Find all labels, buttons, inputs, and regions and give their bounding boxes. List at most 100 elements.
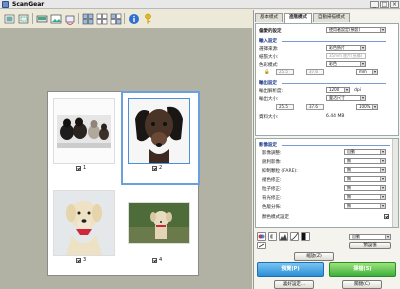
thumbnail-icon[interactable]: [49, 12, 62, 25]
checkbox-icon[interactable]: [76, 165, 81, 171]
image-setting-select[interactable]: 無: [344, 203, 386, 209]
chevron-down-icon[interactable]: [380, 159, 385, 163]
checkbox-icon[interactable]: [152, 257, 157, 263]
auto-crop-icon[interactable]: [109, 12, 122, 25]
histogram-icon[interactable]: [279, 232, 288, 241]
toolbar-separator: [32, 13, 33, 24]
grid-view-icon[interactable]: [81, 12, 94, 25]
maximize-button[interactable]: □: [380, 1, 389, 8]
thumbnail-checkbox[interactable]: 4: [152, 257, 162, 263]
source-label: 選擇來源:: [259, 47, 279, 52]
crop-icon[interactable]: [17, 12, 30, 25]
thumbnail-number: 2: [159, 165, 163, 171]
checkbox-icon[interactable]: [152, 165, 157, 171]
chevron-down-icon[interactable]: [385, 235, 390, 239]
tab-advanced-mode[interactable]: 進階模式: [284, 13, 312, 23]
chevron-down-icon[interactable]: [380, 186, 385, 190]
color-mode-value: 彩色: [329, 61, 337, 66]
color-preset-checkbox[interactable]: [384, 214, 389, 219]
chevron-down-icon[interactable]: [360, 46, 365, 50]
output-height-field[interactable]: 37.6: [306, 104, 324, 110]
input-width-field[interactable]: 25.5: [276, 69, 294, 75]
scale-value: 100%: [359, 104, 371, 109]
multi-crop-icon[interactable]: [95, 12, 108, 25]
thumbnail-image[interactable]: [128, 202, 190, 244]
input-height-field[interactable]: 37.6: [306, 69, 324, 75]
preview-button[interactable]: 預覽(P): [257, 262, 324, 277]
zoom-button[interactable]: 縮放(Z): [294, 252, 334, 261]
image-settings: 影像設定 影像調整: 自動 銳利影像: 無 抑制顆粒 (FARE): 無 褪色修…: [255, 138, 399, 228]
checkbox-icon[interactable]: [76, 257, 81, 263]
thumbnail-cell-selected[interactable]: 2: [121, 91, 200, 185]
minimize-button[interactable]: _: [370, 1, 379, 8]
chevron-down-icon[interactable]: [380, 28, 385, 32]
scan-icon[interactable]: [35, 12, 48, 25]
output-size-label: 輸出大小:: [259, 97, 279, 102]
thumbnail-checkbox[interactable]: 3: [76, 257, 86, 263]
thumbnail-image[interactable]: [53, 190, 115, 256]
settings-scrollbar[interactable]: [392, 139, 398, 227]
threshold-icon[interactable]: [301, 232, 310, 241]
image-setting-select[interactable]: 無: [344, 158, 386, 164]
close-button[interactable]: 關閉(C): [342, 280, 382, 289]
chevron-down-icon[interactable]: [380, 168, 385, 172]
preview-icon[interactable]: [3, 12, 16, 25]
dpi-unit: dpi: [354, 88, 361, 93]
rotate-icon[interactable]: [63, 12, 76, 25]
thumbnail-cell[interactable]: 1: [48, 92, 122, 184]
color-mode-select[interactable]: 彩色: [326, 61, 366, 67]
close-window-button[interactable]: ×: [390, 1, 399, 8]
image-setting-select[interactable]: 無: [344, 194, 386, 200]
tone-curve-icon[interactable]: [290, 232, 299, 241]
paper-size-select[interactable]: 35mm 底片(長條): [326, 53, 366, 59]
chevron-down-icon[interactable]: [344, 88, 349, 92]
defaults-button[interactable]: 預設值: [349, 242, 391, 249]
favorite-select[interactable]: 使用者設定(預設): [326, 27, 386, 33]
tab-auto-scan-mode[interactable]: 自動掃描模式: [313, 13, 350, 22]
toolbar: [0, 10, 252, 27]
chevron-down-icon[interactable]: [372, 70, 377, 74]
output-size-select[interactable]: 靈活尺寸: [326, 95, 366, 101]
color-balance-icon[interactable]: [257, 232, 266, 241]
input-lock-icon[interactable]: 🔒: [264, 70, 270, 75]
thumbnail-image[interactable]: [128, 98, 190, 164]
resolution-select[interactable]: 1200: [326, 87, 350, 93]
chevron-down-icon[interactable]: [360, 62, 365, 66]
source-select[interactable]: 彩色負片: [326, 45, 366, 51]
output-width-value: 25.5: [279, 104, 288, 109]
thumbnail-checkbox[interactable]: 1: [76, 165, 86, 171]
scale-select[interactable]: 100%: [356, 104, 378, 110]
scan-button[interactable]: 掃描(S): [329, 262, 396, 277]
unit-select[interactable]: mm: [356, 69, 378, 75]
custom-settings-icon[interactable]: [257, 242, 266, 249]
preferences-button[interactable]: 喜好設定...: [274, 280, 314, 289]
thumbnail-cell[interactable]: 4: [122, 184, 199, 276]
tab-basic-mode[interactable]: 基本模式: [255, 13, 283, 22]
settings-key-icon[interactable]: [141, 12, 154, 25]
chevron-down-icon[interactable]: [360, 96, 365, 100]
image-setting-select[interactable]: 無: [344, 176, 386, 182]
image-setting-select[interactable]: 自動: [344, 149, 386, 155]
image-setting-value: 無: [347, 158, 351, 163]
image-setting-select[interactable]: 無: [344, 185, 386, 191]
brightness-icon[interactable]: [268, 232, 277, 241]
chevron-down-icon[interactable]: [372, 105, 377, 109]
thumbnail-number: 3: [83, 257, 87, 263]
chevron-down-icon[interactable]: [380, 177, 385, 181]
thumbnail-number: 1: [83, 165, 87, 171]
unit-value: mm: [359, 69, 367, 74]
output-height-value: 37.6: [309, 104, 318, 109]
image-setting-select[interactable]: 無: [344, 167, 386, 173]
color-mode-label: 色彩模式:: [259, 63, 279, 68]
thumbnail-image[interactable]: [53, 98, 115, 164]
thumbnail-checkbox[interactable]: 2: [152, 165, 162, 171]
thumbnail-cell[interactable]: 3: [48, 184, 122, 276]
color-preset-select[interactable]: 自動: [349, 234, 391, 240]
output-width-field[interactable]: 25.5: [276, 104, 294, 110]
info-icon[interactable]: [127, 12, 140, 25]
chevron-down-icon[interactable]: [380, 195, 385, 199]
chevron-down-icon[interactable]: [380, 204, 385, 208]
output-size-value: 靈活尺寸: [329, 95, 345, 100]
image-setting-value: 無: [347, 167, 351, 172]
chevron-down-icon[interactable]: [380, 150, 385, 154]
